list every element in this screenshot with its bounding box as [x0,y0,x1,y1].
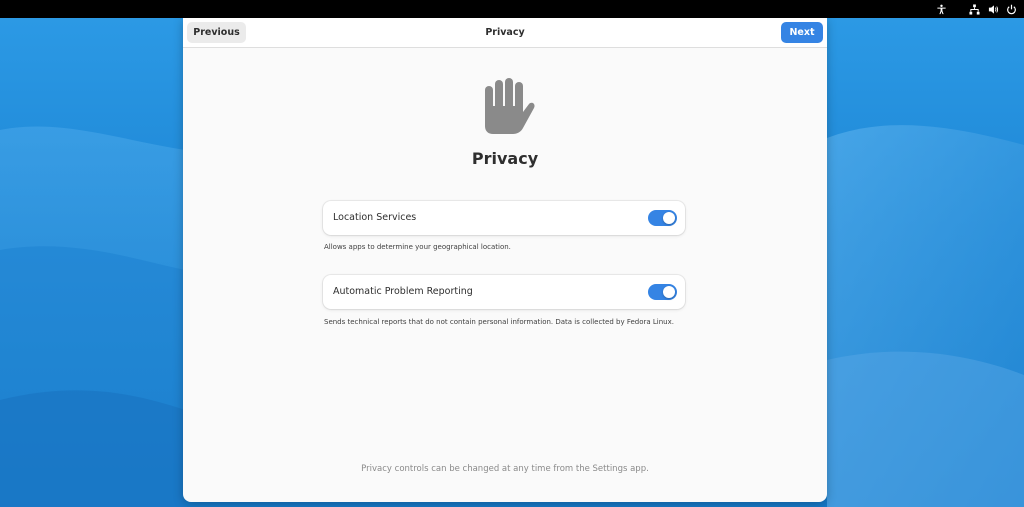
location-services-row: Location Services [323,201,685,235]
hand-icon [485,78,535,134]
next-button[interactable]: Next [781,22,823,43]
problem-reporting-description: Sends technical reports that do not cont… [324,318,674,326]
location-services-label: Location Services [333,212,417,223]
top-bar [0,0,1024,18]
volume-icon[interactable] [984,0,1002,18]
previous-button[interactable]: Previous [187,22,246,43]
power-icon[interactable] [1002,0,1020,18]
switch-knob [663,286,675,298]
page-title: Privacy [471,149,539,168]
location-services-switch[interactable] [648,210,677,226]
window-title: Privacy [485,27,525,38]
setup-window: Privacy Previous Next Privacy Location S… [183,18,827,502]
problem-reporting-row: Automatic Problem Reporting [323,275,685,309]
footer-note: Privacy controls can be changed at any t… [361,464,649,474]
location-services-description: Allows apps to determine your geographic… [324,243,511,251]
header-bar: Privacy Previous Next [183,18,827,48]
switch-knob [663,212,675,224]
network-icon[interactable] [965,0,983,18]
problem-reporting-label: Automatic Problem Reporting [333,286,473,297]
accessibility-icon[interactable] [932,0,950,18]
problem-reporting-switch[interactable] [648,284,677,300]
